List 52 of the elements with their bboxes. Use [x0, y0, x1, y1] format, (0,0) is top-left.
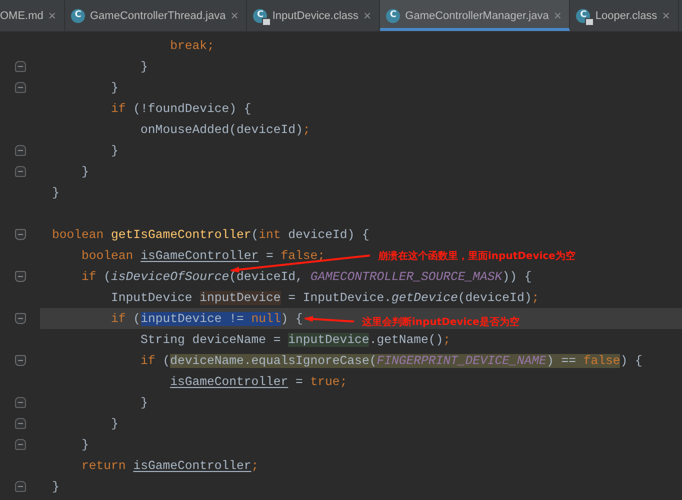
- class-file-icon: C: [386, 8, 400, 22]
- code-line: }: [80, 438, 89, 452]
- code-line: }: [110, 416, 118, 430]
- editor-tab[interactable]: C GameControllerManager.java ×: [380, 0, 570, 31]
- code-line: return isGameController;: [80, 458, 259, 472]
- annotation-text: 这里会判断inputDevice是否为空: [362, 315, 520, 328]
- code-line: }: [110, 80, 118, 94]
- fold-icon[interactable]: [15, 355, 26, 366]
- code-line: InputDevice inputDevice = InputDevice.getDevice(deviceId);: [110, 290, 540, 304]
- close-icon[interactable]: ×: [48, 8, 56, 23]
- close-icon[interactable]: ×: [364, 8, 372, 23]
- code-line: String deviceName = inputDevice.getName();: [140, 332, 451, 346]
- tab-label: InputDevice.class: [272, 10, 359, 22]
- fold-icon[interactable]: [15, 271, 26, 282]
- editor-tab[interactable]: OME.md ×: [0, 0, 65, 31]
- tab-label: GameControllerManager.java: [405, 10, 549, 22]
- close-icon[interactable]: ×: [230, 8, 238, 23]
- close-icon[interactable]: ×: [662, 8, 670, 23]
- fold-icon[interactable]: [15, 145, 26, 156]
- code-line: }: [140, 60, 148, 74]
- annotation-text: 崩溃在这个函数里，里面inputDevice为空: [378, 249, 576, 262]
- fold-icon[interactable]: [15, 61, 26, 72]
- fold-icon[interactable]: [15, 166, 26, 177]
- fold-icon[interactable]: [15, 397, 26, 408]
- code-line: }: [52, 186, 60, 200]
- editor-tab[interactable]: C Looper.class ×: [570, 0, 679, 31]
- code-line: if (isDeviceOfSource(deviceId, GAMECONTROLLER_SOURCE_MASK)) {: [80, 270, 532, 284]
- fold-icon[interactable]: [15, 229, 26, 240]
- close-icon[interactable]: ×: [554, 8, 562, 23]
- tab-label: GameControllerThread.java: [90, 10, 226, 22]
- fold-icon[interactable]: [15, 313, 26, 324]
- fold-icon[interactable]: [15, 439, 26, 450]
- code-line: }: [80, 164, 89, 178]
- fold-icon[interactable]: [15, 418, 26, 429]
- code-line: }: [52, 480, 60, 494]
- code-line: break;: [169, 38, 214, 52]
- fold-icon[interactable]: [15, 82, 26, 93]
- tab-label: OME.md: [0, 10, 44, 22]
- code-line: if (!foundDevice) {: [110, 102, 252, 116]
- code-line: boolean isGameController = false;: [80, 248, 326, 262]
- code-line: if (inputDevice != null) {: [110, 312, 303, 326]
- arrow: [304, 316, 354, 322]
- class-file-icon: C: [71, 8, 85, 22]
- code-line: }: [110, 144, 118, 158]
- fold-icon[interactable]: [15, 481, 26, 492]
- code-line: }: [140, 396, 148, 410]
- code-line: isGameController = true;: [169, 374, 348, 388]
- code-line: onMouseAdded(deviceId);: [140, 122, 310, 136]
- code-line: if (deviceName.equalsIgnoreCase(FINGERPRINT_DEVICE_NAME) == false) {: [140, 354, 642, 368]
- tab-label: Looper.class: [595, 10, 658, 22]
- editor-tab[interactable]: C GameControllerThread.java ×: [65, 0, 248, 31]
- code-line: boolean getIsGameController(int deviceId) {: [52, 228, 370, 242]
